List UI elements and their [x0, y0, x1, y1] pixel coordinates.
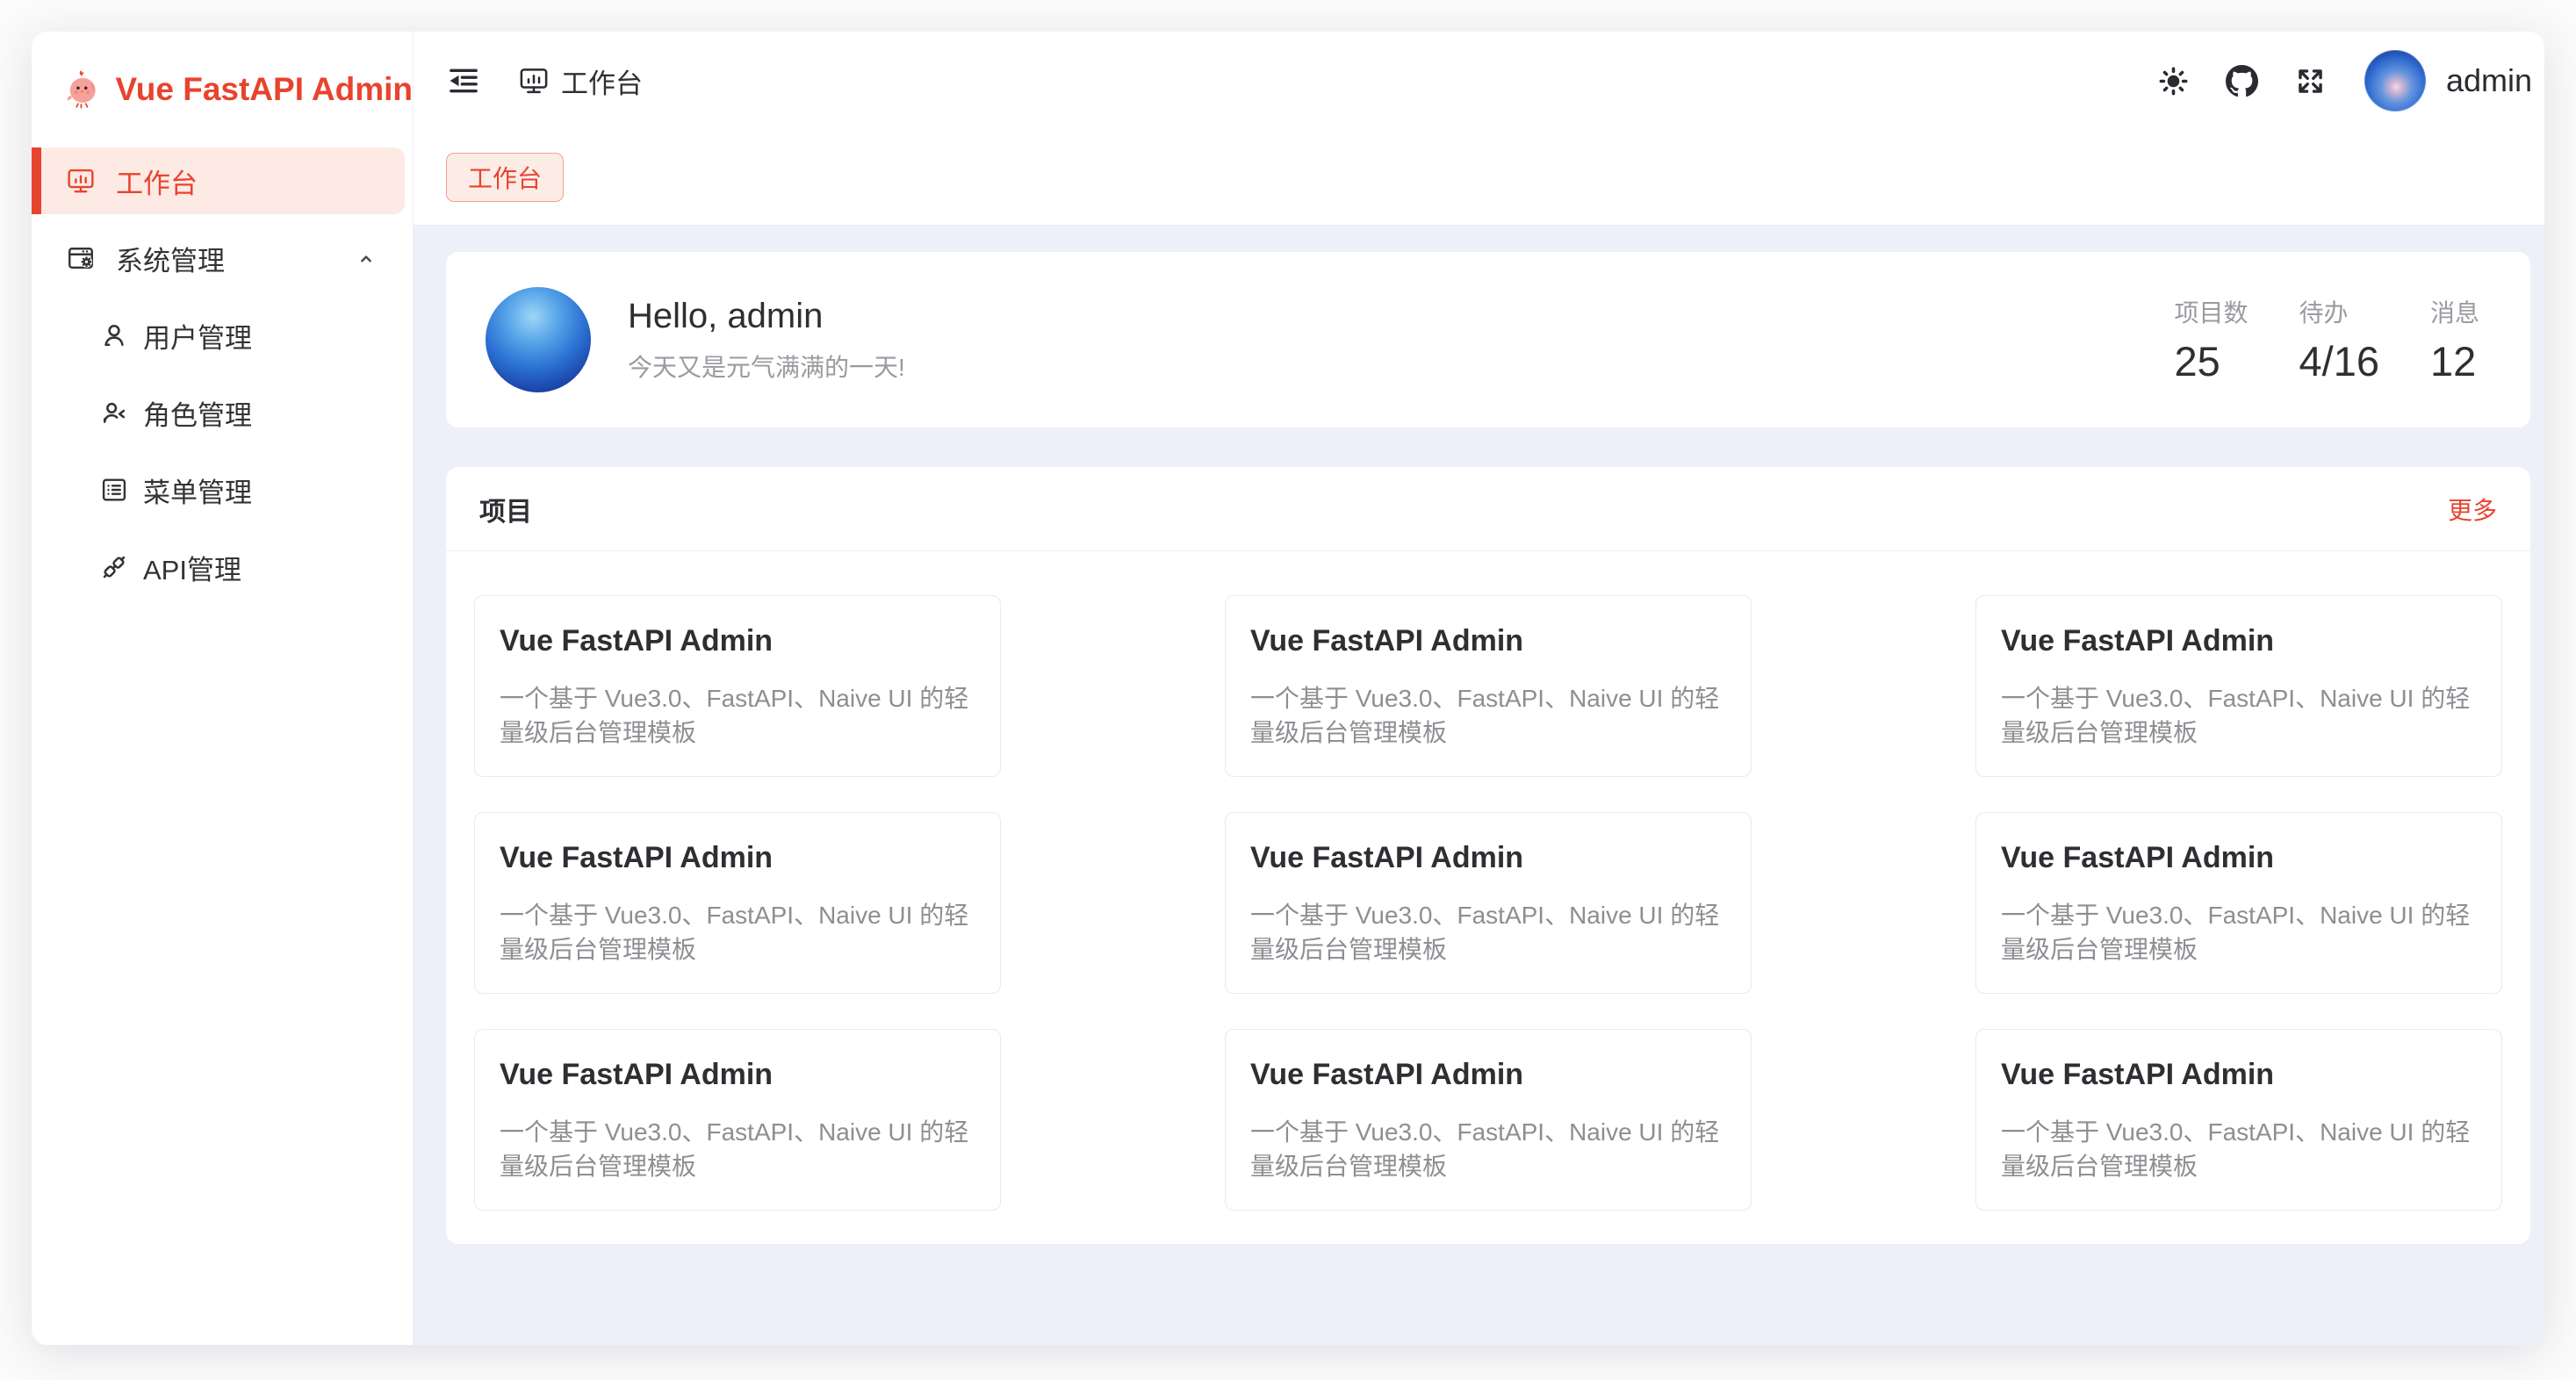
sidebar-item-label: 角色管理	[143, 393, 252, 433]
sidebar-item-label: 菜单管理	[143, 471, 252, 510]
route-tags-bar: 工作台	[414, 130, 2544, 225]
project-card[interactable]: Vue FastAPI Admin 一个基于 Vue3.0、FastAPI、Na…	[1975, 595, 2502, 777]
project-card-desc: 一个基于 Vue3.0、FastAPI、Naive UI 的轻量级后台管理模板	[1250, 898, 1726, 967]
username[interactable]: admin	[2446, 62, 2532, 99]
sidebar-item-label: 工作台	[116, 162, 198, 201]
project-card[interactable]: Vue FastAPI Admin 一个基于 Vue3.0、FastAPI、Na…	[1975, 812, 2502, 994]
topbar-actions: admin	[2157, 50, 2532, 111]
breadcrumb-label: 工作台	[561, 61, 643, 101]
sidebar-item-system[interactable]: 系统管理	[32, 225, 413, 291]
stat-label: 项目数	[2174, 294, 2248, 329]
fullscreen-expand-icon[interactable]	[2294, 65, 2327, 97]
projects-header: 项目 更多	[446, 467, 2530, 551]
project-card[interactable]: Vue FastAPI Admin 一个基于 Vue3.0、FastAPI、Na…	[474, 812, 1001, 994]
app-title: Vue FastAPI Admin	[115, 71, 413, 108]
chevron-up-icon	[353, 245, 379, 271]
project-card-title: Vue FastAPI Admin	[2001, 624, 2477, 658]
profile-avatar	[486, 287, 591, 392]
sidebar-item-label: API管理	[143, 548, 241, 587]
user-icon	[99, 320, 129, 350]
greeting-subtitle: 今天又是元气满满的一天!	[628, 349, 905, 384]
menu-fold-icon[interactable]	[446, 63, 481, 98]
stats: 项目数 25 待办 4/16 消息 12	[2174, 294, 2479, 385]
project-card-desc: 一个基于 Vue3.0、FastAPI、Naive UI 的轻量级后台管理模板	[500, 681, 975, 750]
page-content: Hello, admin 今天又是元气满满的一天! 项目数 25 待办 4/16…	[414, 225, 2544, 1345]
app-window: Vue FastAPI Admin 工作台 系统管理	[32, 32, 2544, 1345]
stat-value: 25	[2174, 337, 2248, 385]
more-link[interactable]: 更多	[2448, 492, 2497, 527]
route-tag-workbench[interactable]: 工作台	[446, 153, 564, 202]
project-card-desc: 一个基于 Vue3.0、FastAPI、Naive UI 的轻量级后台管理模板	[1250, 1115, 1726, 1183]
github-icon[interactable]	[2226, 65, 2258, 97]
stat-label: 消息	[2430, 294, 2479, 329]
projects-grid: Vue FastAPI Admin 一个基于 Vue3.0、FastAPI、Na…	[446, 551, 2530, 1244]
stat-label: 待办	[2299, 294, 2379, 329]
project-card-title: Vue FastAPI Admin	[1250, 1058, 1726, 1092]
plug-connection-icon	[99, 552, 129, 582]
project-card-desc: 一个基于 Vue3.0、FastAPI、Naive UI 的轻量级后台管理模板	[2001, 1115, 2477, 1183]
greeting-title: Hello, admin	[628, 297, 905, 336]
project-card-desc: 一个基于 Vue3.0、FastAPI、Naive UI 的轻量级后台管理模板	[500, 1115, 975, 1183]
sidebar-item-users[interactable]: 用户管理	[32, 302, 413, 369]
project-card-title: Vue FastAPI Admin	[500, 1058, 975, 1092]
project-card-desc: 一个基于 Vue3.0、FastAPI、Naive UI 的轻量级后台管理模板	[500, 898, 975, 967]
sidebar-item-menus[interactable]: 菜单管理	[32, 456, 413, 523]
project-card[interactable]: Vue FastAPI Admin 一个基于 Vue3.0、FastAPI、Na…	[1225, 812, 1752, 994]
role-user-arrow-icon	[99, 398, 129, 428]
stat-todos: 待办 4/16	[2299, 294, 2379, 385]
project-card-title: Vue FastAPI Admin	[2001, 841, 2477, 875]
sidebar-item-api[interactable]: API管理	[32, 534, 413, 600]
workbench-monitor-icon	[66, 166, 96, 196]
project-card-desc: 一个基于 Vue3.0、FastAPI、Naive UI 的轻量级后台管理模板	[1250, 681, 1726, 750]
project-card-title: Vue FastAPI Admin	[500, 624, 975, 658]
app-logo[interactable]: Vue FastAPI Admin	[32, 32, 413, 147]
sidebar-item-workbench[interactable]: 工作台	[32, 147, 405, 214]
project-card[interactable]: Vue FastAPI Admin 一个基于 Vue3.0、FastAPI、Na…	[1225, 1029, 1752, 1211]
welcome-card: Hello, admin 今天又是元气满满的一天! 项目数 25 待办 4/16…	[446, 252, 2530, 428]
project-card-desc: 一个基于 Vue3.0、FastAPI、Naive UI 的轻量级后台管理模板	[2001, 681, 2477, 750]
sidebar-menu: 工作台 系统管理 用户管理 角	[32, 147, 413, 611]
list-box-icon	[99, 475, 129, 505]
project-card-title: Vue FastAPI Admin	[1250, 841, 1726, 875]
main-area: 工作台 admin 工作台	[414, 32, 2544, 1345]
project-card-desc: 一个基于 Vue3.0、FastAPI、Naive UI 的轻量级后台管理模板	[2001, 898, 2477, 967]
project-card[interactable]: Vue FastAPI Admin 一个基于 Vue3.0、FastAPI、Na…	[1975, 1029, 2502, 1211]
sidebar-item-roles[interactable]: 角色管理	[32, 379, 413, 446]
projects-panel: 项目 更多 Vue FastAPI Admin 一个基于 Vue3.0、Fast…	[446, 467, 2530, 1244]
chick-logo-icon	[65, 67, 100, 112]
sun-icon[interactable]	[2157, 65, 2190, 97]
project-card-title: Vue FastAPI Admin	[2001, 1058, 2477, 1092]
sidebar-item-label: 系统管理	[116, 239, 225, 278]
project-card[interactable]: Vue FastAPI Admin 一个基于 Vue3.0、FastAPI、Na…	[474, 595, 1001, 777]
projects-title: 项目	[479, 490, 532, 528]
project-card-title: Vue FastAPI Admin	[1250, 624, 1726, 658]
workbench-monitor-icon	[518, 65, 550, 97]
project-card[interactable]: Vue FastAPI Admin 一个基于 Vue3.0、FastAPI、Na…	[1225, 595, 1752, 777]
welcome-texts: Hello, admin 今天又是元气满满的一天!	[628, 297, 905, 384]
sidebar: Vue FastAPI Admin 工作台 系统管理	[32, 32, 414, 1345]
project-card[interactable]: Vue FastAPI Admin 一个基于 Vue3.0、FastAPI、Na…	[474, 1029, 1001, 1211]
stat-value: 12	[2430, 337, 2479, 385]
stat-value: 4/16	[2299, 337, 2379, 385]
user-avatar[interactable]	[2364, 50, 2426, 111]
stat-messages: 消息 12	[2430, 294, 2479, 385]
breadcrumb[interactable]: 工作台	[518, 61, 643, 101]
sidebar-item-label: 用户管理	[143, 316, 252, 356]
stat-projects: 项目数 25	[2174, 294, 2248, 385]
topbar: 工作台 admin	[414, 32, 2544, 130]
window-gear-icon	[66, 243, 96, 273]
project-card-title: Vue FastAPI Admin	[500, 841, 975, 875]
